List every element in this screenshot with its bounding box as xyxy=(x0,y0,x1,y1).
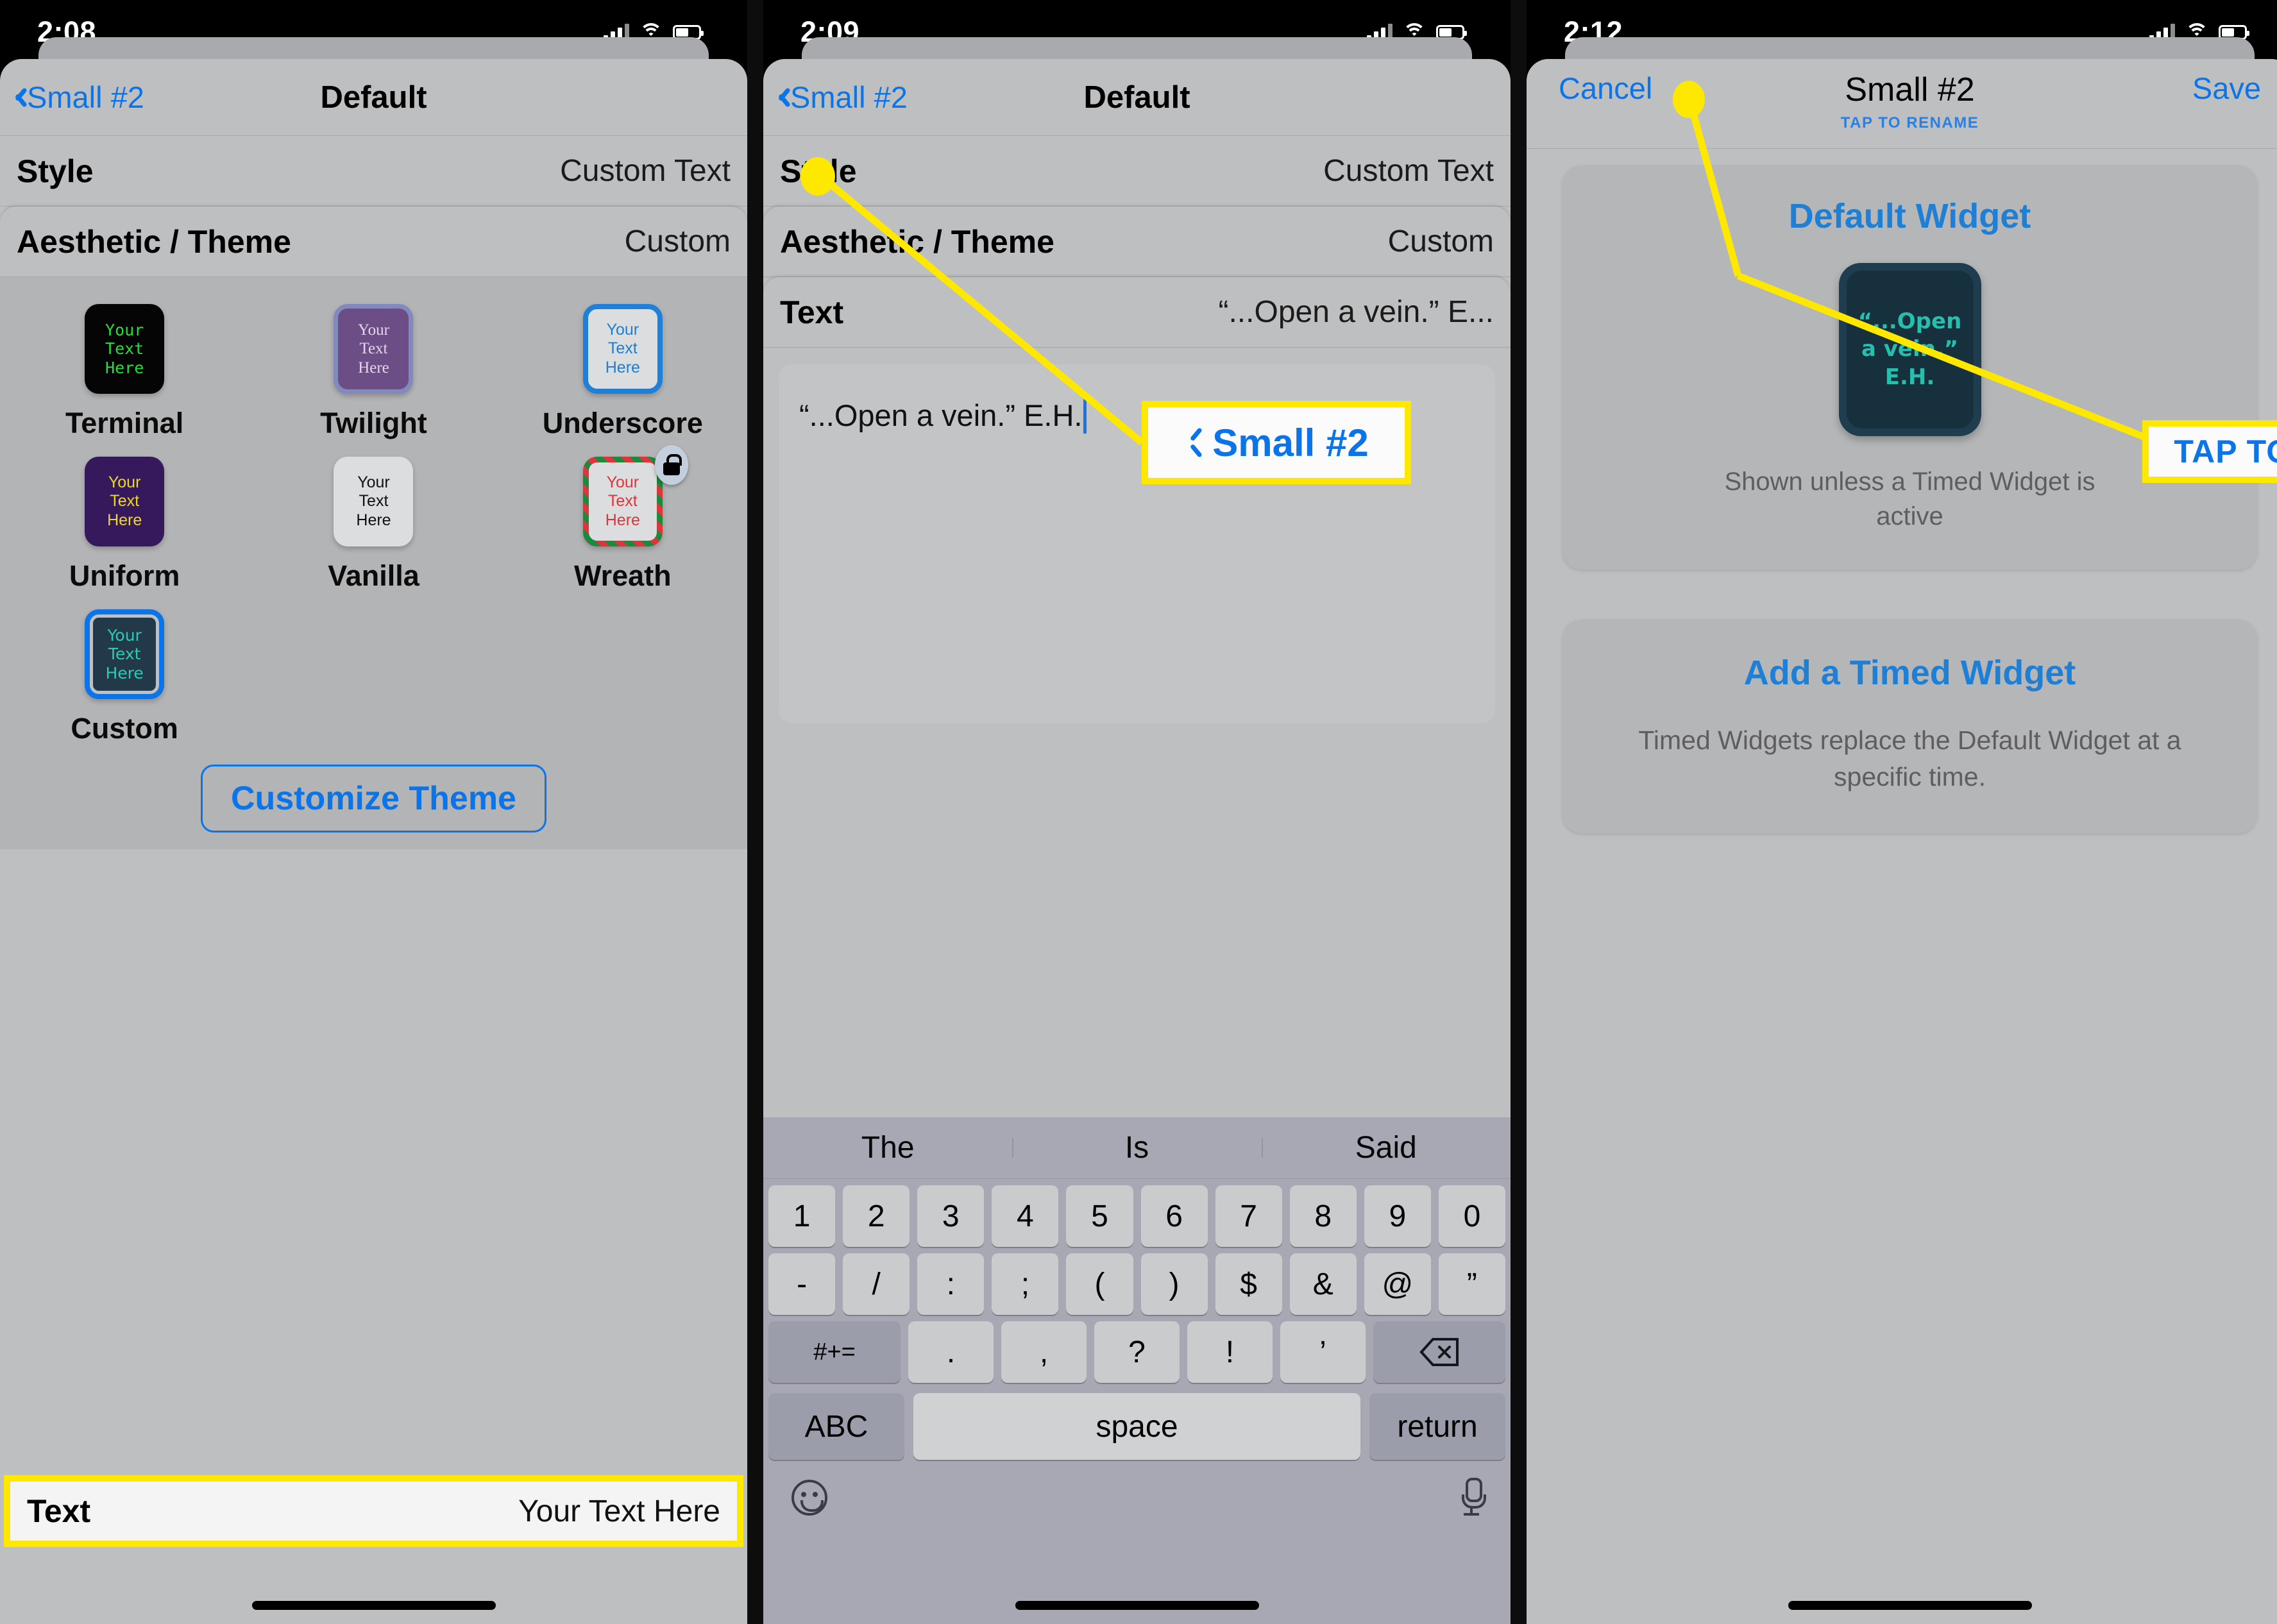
home-indicator-1 xyxy=(251,1601,496,1610)
swatch-line: Text xyxy=(607,492,638,511)
swatch-line: Your xyxy=(107,625,142,645)
swatch-line: Text xyxy=(110,492,140,511)
theme-label-twilight: Twilight xyxy=(320,407,427,439)
theme-label-custom: Custom xyxy=(71,712,178,745)
theme-label-wreath: Wreath xyxy=(573,559,672,592)
text-row-value: Your Text Here xyxy=(518,1494,720,1528)
swatch-line: Your xyxy=(606,320,639,339)
chevron-left-icon xyxy=(9,85,23,110)
theme-label-vanilla: Vanilla xyxy=(328,559,419,592)
settings-rows-1: Style Custom Text Aesthetic / Theme Cust… xyxy=(0,136,747,277)
swatch-line: Your xyxy=(357,473,390,491)
row-style-label: Style xyxy=(17,153,94,189)
theme-item-twilight[interactable]: Your Text Here Twilight xyxy=(249,304,498,440)
row-aesthetic-theme[interactable]: Aesthetic / Theme Custom xyxy=(0,207,747,277)
theme-item-uniform[interactable]: Your Text Here Uniform xyxy=(0,457,249,593)
callout-label: TAP TO RENAME xyxy=(2174,434,2277,469)
callout-leader-line-2 xyxy=(815,170,1144,446)
phone-screen-3: 2:12 Cancel Small #2 Save TAP TO RENAME … xyxy=(1527,0,2277,1624)
customize-theme-button[interactable]: Customize Theme xyxy=(201,765,546,833)
callout-leader-line-3 xyxy=(1686,98,2160,446)
swatch-line: Here xyxy=(105,358,144,377)
theme-swatch-twilight: Your Text Here xyxy=(334,304,414,394)
panel-divider-1 xyxy=(747,0,763,1624)
sheet-1: Small #2 Default Style Custom Text Aesth… xyxy=(0,59,747,1624)
theme-swatch-uniform: Your Text Here xyxy=(85,457,165,546)
theme-swatch-vanilla: Your Text Here xyxy=(334,457,414,546)
theme-swatch-terminal: Your Text Here xyxy=(85,304,165,394)
swatch-line: Here xyxy=(356,511,391,529)
chevron-left-icon xyxy=(1184,425,1203,460)
swatch-line: Here xyxy=(105,663,144,682)
theme-item-underscore[interactable]: Your Text Here Underscore xyxy=(498,304,747,440)
nav-bar-1: Small #2 Default xyxy=(0,59,747,136)
swatch-line: Text xyxy=(108,645,141,664)
theme-label-terminal: Terminal xyxy=(65,407,184,439)
row-style[interactable]: Style Custom Text xyxy=(0,136,747,207)
callout-anchor-dot-2 xyxy=(800,157,835,196)
theme-swatch-underscore: Your Text Here xyxy=(582,304,663,394)
theme-grid: Your Text Here Terminal Your Text Here T… xyxy=(0,277,747,745)
back-button-1[interactable]: Small #2 xyxy=(9,80,144,115)
swatch-line: Text xyxy=(607,339,638,358)
swatch-line: Here xyxy=(605,511,640,529)
highlight-text-row[interactable]: Text Your Text Here xyxy=(4,1475,743,1547)
theme-item-wreath[interactable]: Your Text Here Wreath xyxy=(498,445,747,593)
theme-label-underscore: Underscore xyxy=(542,407,703,439)
theme-item-vanilla[interactable]: Your Text Here Vanilla xyxy=(249,457,498,593)
swatch-line: Your xyxy=(606,473,639,491)
phone-screen-1: 2:08 Small #2 Default Style Custom Text xyxy=(0,0,747,1624)
swatch-line: Here xyxy=(107,511,142,529)
theme-item-terminal[interactable]: Your Text Here Terminal xyxy=(0,304,249,440)
screenshot-strip: 2:08 Small #2 Default Style Custom Text xyxy=(0,0,2277,1624)
callout-anchor-dot-3 xyxy=(1673,81,1705,118)
swatch-line: Here xyxy=(358,359,389,376)
customize-theme-wrap: Customize Theme xyxy=(0,745,747,849)
lock-icon xyxy=(663,454,682,475)
swatch-line: Your xyxy=(108,473,141,491)
swatch-line: Your xyxy=(358,321,389,339)
row-theme-value: Custom xyxy=(624,224,731,258)
phone-screen-2: 2:09 Small #2 Default Style Custom Text xyxy=(763,0,1511,1624)
swatch-line: Your xyxy=(105,320,144,339)
callout-label: Small #2 xyxy=(1212,421,1369,464)
swatch-line: Text xyxy=(359,340,388,358)
panel-divider-2 xyxy=(1511,0,1527,1624)
theme-label-uniform: Uniform xyxy=(69,559,180,592)
theme-swatch-wreath: Your Text Here xyxy=(583,457,663,546)
callout-tap-to-rename: TAP TO RENAME xyxy=(2142,420,2277,483)
back-label: Small #2 xyxy=(27,80,144,114)
theme-item-custom[interactable]: Your Text Here Custom xyxy=(0,609,249,745)
lock-badge xyxy=(655,445,688,485)
row-style-value: Custom Text xyxy=(560,154,731,188)
home-indicator-2 xyxy=(1015,1601,1259,1610)
home-indicator-3 xyxy=(1788,1601,2032,1610)
row-theme-label: Aesthetic / Theme xyxy=(17,223,291,260)
theme-swatch-custom: Your Text Here xyxy=(85,609,165,699)
swatch-line: Text xyxy=(105,339,144,359)
swatch-line: Here xyxy=(605,358,640,376)
swatch-line: Text xyxy=(359,492,389,511)
text-row-label: Text xyxy=(27,1493,91,1529)
callout-back-button: Small #2 xyxy=(1142,401,1411,484)
